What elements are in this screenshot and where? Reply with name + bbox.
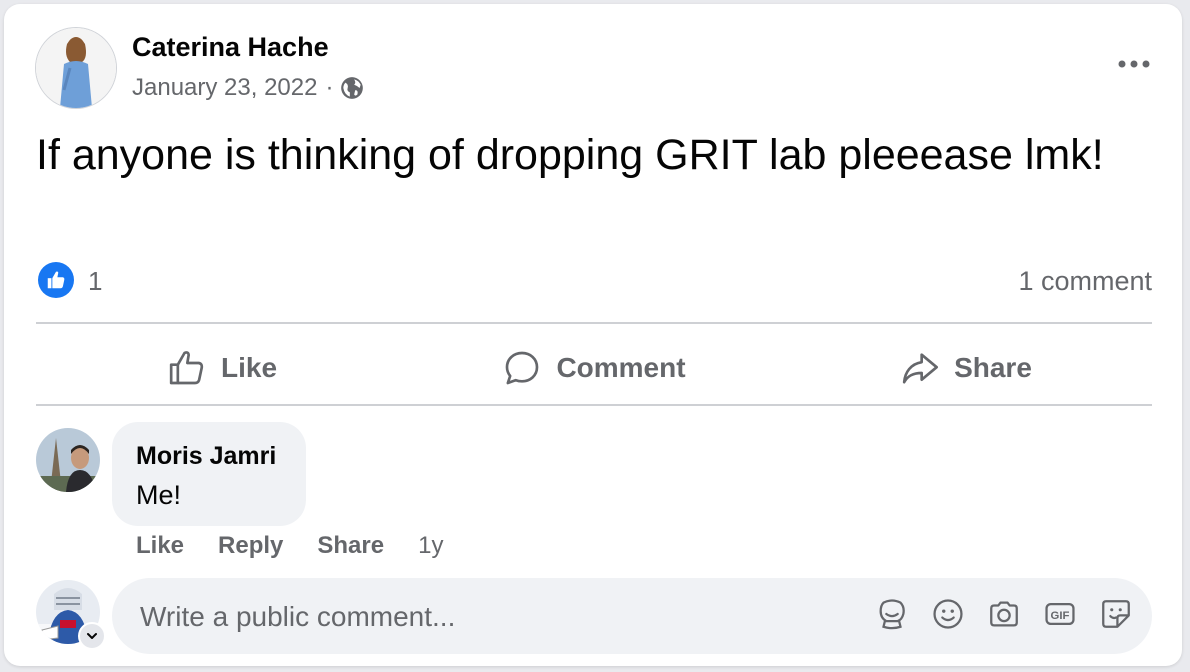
share-button[interactable]: Share — [780, 328, 1152, 408]
comment-reply-link[interactable]: Reply — [218, 532, 283, 560]
comment-button-label: Comment — [556, 352, 686, 383]
avatar-sticker-icon[interactable] — [874, 596, 910, 632]
like-reaction-icon[interactable] — [38, 262, 74, 298]
share-button-label: Share — [954, 352, 1032, 383]
camera-icon[interactable] — [986, 596, 1022, 632]
comment-actions: Like Reply Share 1y — [136, 532, 443, 560]
comment-timestamp[interactable]: 1y — [418, 532, 443, 560]
meta-separator: · — [325, 74, 334, 101]
divider — [36, 322, 1152, 324]
composer-icons: GIF — [874, 596, 1134, 632]
comment-count[interactable]: 1 comment — [1018, 266, 1152, 297]
sticker-icon[interactable] — [1098, 596, 1134, 632]
emoji-icon[interactable] — [930, 596, 966, 632]
chevron-down-icon — [87, 633, 97, 639]
globe-icon[interactable] — [339, 75, 365, 101]
comment-like-link[interactable]: Like — [136, 532, 184, 560]
comment-bubble: Moris Jamri Me! — [112, 422, 306, 526]
comment-input[interactable] — [138, 592, 842, 642]
like-button[interactable]: Like — [36, 328, 408, 408]
commenter-avatar[interactable] — [36, 428, 100, 492]
reaction-count[interactable]: 1 — [88, 266, 102, 297]
author-avatar[interactable] — [36, 28, 116, 108]
viewer-avatar-wrap — [36, 580, 106, 650]
more-icon — [1118, 60, 1150, 68]
divider — [36, 404, 1152, 406]
post-meta: January 23, 2022 · — [132, 74, 365, 102]
gif-icon[interactable]: GIF — [1042, 596, 1078, 632]
like-button-label: Like — [220, 352, 278, 383]
more-options-button[interactable] — [1110, 44, 1158, 84]
comment-button[interactable]: Comment — [408, 328, 780, 408]
comment-composer: GIF — [112, 578, 1152, 654]
comment-share-link[interactable]: Share — [317, 532, 384, 560]
action-bar: Like Comment Share — [36, 328, 1152, 408]
post-date[interactable]: January 23, 2022 — [132, 74, 317, 102]
comment-icon — [506, 351, 539, 385]
share-icon — [902, 353, 939, 384]
post-card: Caterina Hache January 23, 2022 · If any… — [4, 4, 1182, 666]
post-text: If anyone is thinking of dropping GRIT l… — [36, 131, 1104, 179]
thumbs-up-icon — [169, 351, 204, 385]
reaction-summary: 1 1 comment — [36, 260, 1152, 300]
account-switcher-button[interactable] — [78, 622, 106, 650]
comment-text: Me! — [136, 480, 182, 510]
svg-text:GIF: GIF — [1051, 610, 1070, 622]
author-name[interactable]: Caterina Hache — [132, 32, 329, 63]
comment-author[interactable]: Moris Jamri — [136, 442, 276, 471]
